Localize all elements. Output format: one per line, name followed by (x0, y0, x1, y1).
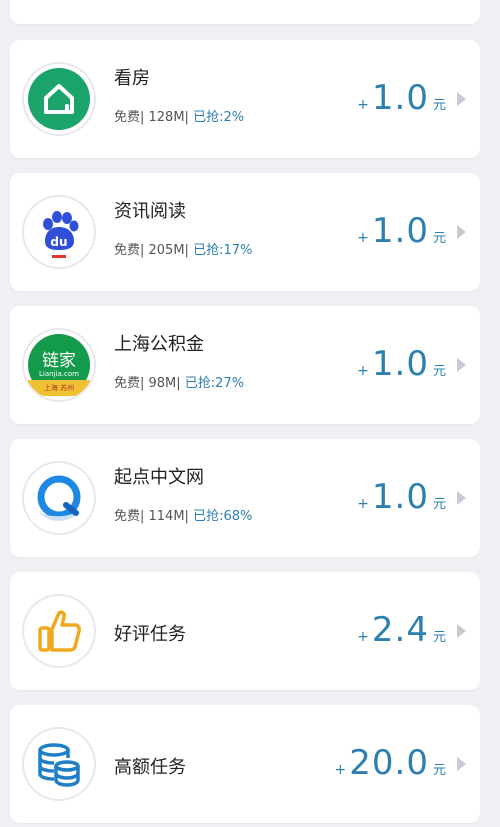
task-meta: 免费| 114M| 已抢:68% (114, 505, 252, 524)
reward-unit: 元 (432, 98, 446, 113)
task-meta: 免费| 128M| 已抢:2% (114, 106, 244, 125)
reward-unit: 元 (432, 364, 446, 379)
chevron-right-icon (457, 358, 466, 372)
task-card-gongjijin[interactable]: 链家 Lianjia.com 上海 苏州 上海公积金 免费| 98M| 已抢:2… (10, 306, 480, 424)
reward-amount: 1.0 (371, 211, 429, 251)
task-meta-info: 免费| 114M| (114, 509, 189, 524)
coin-stack-icon (24, 729, 94, 799)
task-meta: 免费| 98M| 已抢:27% (114, 372, 244, 391)
task-claimed: 已抢:27% (184, 376, 245, 391)
task-reward: + 1.0 元 (357, 211, 446, 251)
reward-plus: + (357, 496, 369, 512)
reward-amount: 1.0 (371, 78, 429, 118)
reward-unit: 元 (432, 763, 446, 778)
chevron-right-icon (457, 757, 466, 771)
task-card-zixun[interactable]: du 资讯阅读 免费| 205M| 已抢:17% + 1.0 元 (10, 173, 480, 291)
reward-plus: + (334, 762, 347, 778)
task-claimed: 已抢:68% (193, 509, 253, 524)
qq-browser-icon (24, 463, 94, 533)
chevron-right-icon (457, 225, 466, 239)
task-card-gaoe[interactable]: 高额任务 + 20.0 元 (10, 705, 480, 823)
task-meta: 免费| 205M| 已抢:17% (114, 239, 252, 258)
task-title: 起点中文网 (114, 467, 204, 488)
task-reward: + 1.0 元 (357, 78, 446, 118)
reward-plus: + (357, 629, 369, 645)
task-meta-info: 免费| 98M| (114, 376, 181, 391)
task-title: 上海公积金 (114, 334, 204, 355)
task-title: 高额任务 (114, 757, 186, 778)
reward-unit: 元 (432, 630, 446, 645)
lianjia-logo-text: 链家 (42, 351, 76, 371)
reward-amount: 2.4 (371, 610, 429, 650)
task-reward: + 20.0 元 (335, 743, 446, 783)
lianjia-logo-icon: 链家 Lianjia.com 上海 苏州 (24, 330, 94, 400)
task-reward: + 2.4 元 (357, 610, 446, 650)
home-icon (24, 64, 94, 134)
task-claimed: 已抢:2% (193, 110, 245, 125)
reward-unit: 元 (432, 231, 446, 246)
reward-plus: + (357, 363, 369, 379)
baidu-paw-icon: du (24, 197, 94, 267)
reward-amount: 1.0 (371, 344, 429, 384)
reward-unit: 元 (432, 497, 446, 512)
svg-text:du: du (50, 235, 67, 249)
task-card-kanfang[interactable]: 看房 免费| 128M| 已抢:2% + 1.0 元 (10, 40, 480, 158)
task-title: 资讯阅读 (114, 201, 186, 222)
lianjia-logo-strip: 上海 苏州 (44, 383, 74, 392)
task-card-partial[interactable] (10, 0, 480, 24)
reward-amount: 20.0 (349, 743, 429, 783)
reward-amount: 1.0 (371, 477, 429, 517)
task-reward: + 1.0 元 (357, 477, 446, 517)
reward-plus: + (357, 230, 369, 246)
task-title: 好评任务 (114, 624, 186, 645)
task-reward: + 1.0 元 (357, 344, 446, 384)
task-meta-info: 免费| 205M| (114, 243, 189, 258)
chevron-right-icon (457, 491, 466, 505)
task-meta-info: 免费| 128M| (114, 110, 189, 125)
chevron-right-icon (457, 92, 466, 106)
chevron-right-icon (457, 624, 466, 638)
task-claimed: 已抢:17% (193, 243, 253, 258)
reward-plus: + (357, 97, 369, 113)
task-card-haoping[interactable]: 好评任务 + 2.4 元 (10, 572, 480, 690)
task-title: 看房 (114, 68, 150, 89)
thumbs-up-icon (24, 596, 94, 666)
lianjia-logo-subtext: Lianjia.com (39, 370, 79, 378)
task-card-qidian[interactable]: 起点中文网 免费| 114M| 已抢:68% + 1.0 元 (10, 439, 480, 557)
